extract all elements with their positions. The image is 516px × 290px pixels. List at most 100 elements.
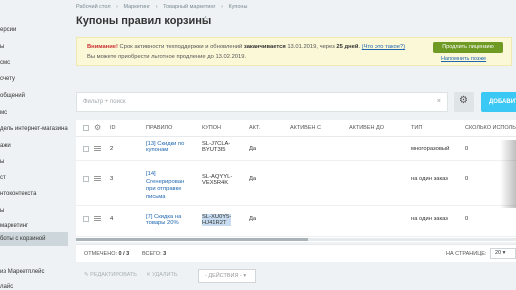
notice-line-1: Внимание! Срок активности техподдержки и… [87, 44, 405, 50]
chevron-down-icon: ▾ [243, 273, 247, 279]
per-page-select[interactable]: 20 ▾ [490, 248, 516, 259]
cell-coupon: SL-J7CLA- BYUT3I5 [202, 141, 230, 153]
per-page-value: 20 [495, 250, 502, 256]
cell-type: на один заказ [411, 216, 448, 222]
cell-rule-line: письма [146, 193, 166, 200]
settings-button[interactable]: ⚙ [454, 92, 474, 112]
breadcrumb-item[interactable]: Купоны [228, 4, 247, 10]
total-count: ВСЕГО: 3 [142, 251, 166, 257]
cell-type: многоразовый [411, 146, 450, 152]
column-header-rule[interactable]: ПРАВИЛО [146, 120, 172, 136]
notice-strong: 25 дней [336, 44, 359, 50]
cell-coupon-line: VEX5R4K [202, 180, 229, 186]
sidebar-item[interactable]: ы [0, 41, 68, 53]
cell-rule-line: купонам [146, 147, 169, 153]
license-notice: Внимание! Срок активности техподдержки и… [76, 37, 512, 66]
cell-coupon: SL-AQYYL- VEX5R4K [202, 174, 232, 186]
column-header-active-from[interactable]: АКТИВЕН С [290, 120, 321, 136]
cell-rule[interactable]: [13] Скидки по купонам [146, 141, 184, 153]
column-header-uses[interactable]: СКОЛЬКО ИСПОЛЬЗ [465, 120, 516, 136]
column-header-coupon[interactable]: КУПОН [202, 120, 221, 136]
page-title: Купоны правил корзины [76, 15, 212, 27]
gear-icon: ⚙ [459, 95, 468, 106]
cell-id: 3 [110, 176, 114, 182]
filter-search-input[interactable]: Фильтр + поиск × [76, 92, 448, 112]
sidebar-item[interactable]: мс [0, 107, 68, 119]
table-settings-gear-icon[interactable]: ⚙ [94, 120, 101, 136]
table-footer: ОТМЕЧЕНО: 0 / 3 ВСЕГО: 3 НА СТРАНИЦЕ: 20… [76, 244, 516, 262]
cell-coupon-selected: SL-XU0Y5- HJ41R2T [202, 214, 232, 226]
cell-active: Да [249, 146, 257, 152]
breadcrumb-item[interactable]: Маркетинг [123, 4, 150, 10]
notice-line-2: Вы можете приобрести льготное продление … [87, 54, 247, 60]
sidebar-item[interactable]: из Маркетплейс [0, 266, 68, 278]
cell-uses: 0 [465, 146, 469, 152]
cell-id: 2 [110, 146, 114, 152]
notice-text: 13.01.2019, через [285, 44, 337, 50]
notice-warning: Внимание! [87, 44, 118, 50]
remind-later-link[interactable]: Напомнить позже [441, 56, 486, 62]
filter-placeholder: Фильтр + поиск [83, 99, 126, 105]
scrollbar-thumb[interactable] [76, 238, 308, 241]
what-is-this-link[interactable]: (Что это такое?) [362, 44, 406, 50]
row-menu-icon[interactable] [94, 216, 101, 221]
total-value: 3 [163, 251, 167, 257]
row-menu-icon[interactable] [94, 176, 101, 181]
star-icon[interactable]: ☆ [201, 15, 210, 26]
sidebar-item[interactable]: смс [0, 57, 68, 69]
cell-id: 4 [110, 216, 114, 222]
add-button[interactable]: ДОБАВИТЬ [481, 92, 516, 112]
sidebar-item[interactable]: дель интернет-магазина [0, 123, 68, 135]
cell-rule[interactable]: [7] Скидка на товары 20% [146, 214, 181, 226]
cell-type: на один заказ [411, 176, 448, 182]
actions-select-value: - ДЕЙСТВИЯ - [205, 273, 242, 279]
breadcrumb-item[interactable]: Товарный маркетинг [163, 4, 215, 10]
breadcrumb-separator: › [155, 4, 158, 10]
delete-button[interactable]: ✕ УДАЛИТЬ [146, 272, 177, 278]
sidebar-item[interactable]: ы [0, 156, 68, 168]
edit-button[interactable]: ✎ РЕДАКТИРОВАТЬ [84, 272, 137, 278]
column-header-type[interactable]: ТИП [411, 120, 422, 136]
row-checkbox[interactable] [83, 146, 89, 152]
total-label: ВСЕГО: [142, 251, 162, 257]
cell-coupon-line: BYUT3I5 [202, 147, 226, 153]
breadcrumb: Рабочий стол › Маркетинг › Товарный марк… [76, 4, 251, 10]
selected-label: ОТМЕЧЕНО: [84, 251, 117, 257]
cell-rule-line: товары 20% [146, 220, 179, 226]
cell-rule[interactable]: [14] Сгенерирован при отправке письма [146, 171, 184, 201]
row-menu-icon[interactable] [94, 146, 101, 151]
cell-uses: 0 [465, 216, 469, 222]
prolong-license-button[interactable]: Продлить лицензию [433, 42, 503, 53]
sidebar-item[interactable]: счету [0, 73, 68, 85]
main-content: Рабочий стол › Маркетинг › Товарный марк… [68, 0, 516, 290]
breadcrumb-item[interactable]: Рабочий стол [76, 4, 111, 10]
chevron-down-icon: ▾ [502, 250, 506, 256]
table-row[interactable]: 3 [14] Сгенерирован при отправке письма SL-… [76, 162, 516, 206]
row-checkbox[interactable] [83, 176, 89, 182]
sidebar-item[interactable]: общений [0, 90, 68, 102]
sidebar-item[interactable]: ерсии [0, 24, 68, 36]
sidebar: ерсии ы смс счету общений мс дель интерн… [0, 0, 68, 290]
cell-coupon-line: HJ41R2T [202, 220, 232, 226]
coupons-table: ⚙ ID ПРАВИЛО КУПОН АКТ. АКТИВЕН С АКТИВЕ… [76, 120, 516, 242]
sidebar-item[interactable]: лайс [0, 281, 68, 290]
column-header-id[interactable]: ID [110, 120, 116, 136]
cell-uses: 0 [465, 176, 469, 182]
column-header-active-to[interactable]: АКТИВЕН ДО [349, 120, 384, 136]
column-header-active[interactable]: АКТ. [249, 120, 260, 136]
table-row[interactable]: 2 [13] Скидки по купонам SL-J7CLA- BYUT3I5… [76, 137, 516, 161]
select-all-checkbox[interactable] [83, 125, 89, 131]
sidebar-item[interactable]: ы [0, 205, 68, 217]
group-actions-bar: ✎ РЕДАКТИРОВАТЬ ✕ УДАЛИТЬ - ДЕЙСТВИЯ - ▾ [76, 268, 516, 286]
sidebar-item[interactable]: нтоконтекста [0, 188, 68, 200]
sidebar-item-active[interactable]: боты с корзиной [0, 232, 68, 246]
selected-value: 0 / 3 [118, 251, 130, 257]
table-row[interactable]: 4 [7] Скидка на товары 20% SL-XU0Y5- HJ41R… [76, 207, 516, 237]
actions-select[interactable]: - ДЕЙСТВИЯ - ▾ [198, 269, 256, 283]
sidebar-item[interactable]: ст [0, 172, 68, 184]
clear-icon[interactable]: × [437, 98, 441, 105]
cell-rule-line: Сгенерирован [146, 178, 185, 185]
sidebar-item[interactable]: маркетинг [0, 220, 68, 232]
row-checkbox[interactable] [83, 216, 89, 222]
sidebar-item[interactable]: ажи [0, 140, 68, 152]
